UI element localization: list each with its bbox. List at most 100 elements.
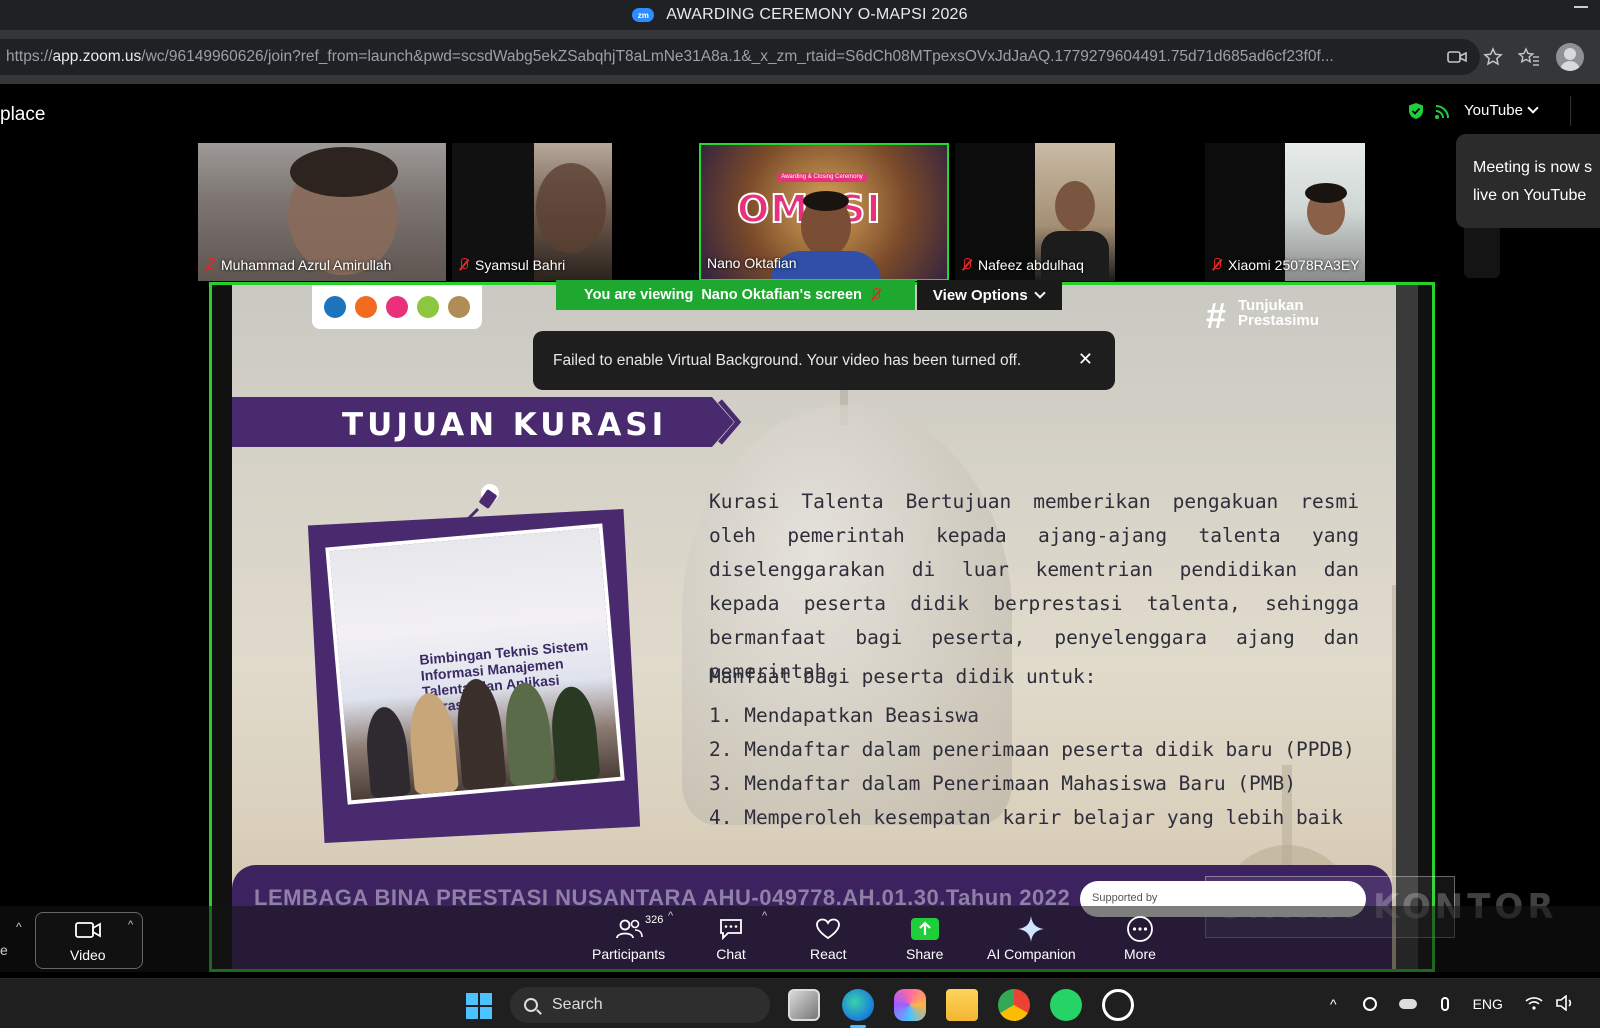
hashtag-icon: # [1206,295,1227,336]
photo-person [363,705,412,799]
slide-heading: TUJUAN KURASI [342,407,668,443]
list-item: 4. Memperoleh kesempatan karir belajar y… [709,806,1343,829]
caret-up-icon[interactable]: ^ [762,910,767,922]
event-tagline: Awarding & Closing Ceremony [777,173,867,182]
copilot-icon[interactable] [894,989,926,1021]
profile-avatar-icon[interactable] [1556,43,1584,71]
connection-signal-icon[interactable] [1434,102,1452,120]
system-tray: ^ ENG [1330,979,1575,1028]
live-toast-line: live on YouTube [1473,187,1587,204]
ai-companion-label: AI Companion [987,946,1076,962]
browser-title-bar: zm AWARDING CEREMONY O-MAPSI 2026 [0,0,1600,30]
supported-by-label: Supported by [1092,892,1158,904]
taskbar-search[interactable]: Search [510,987,770,1023]
windows-start-icon[interactable] [466,993,492,1019]
caret-up-icon[interactable]: ^ [668,910,673,922]
microphone-icon[interactable] [1440,997,1449,1011]
participants-icon [614,916,644,942]
participant-name: Nano Oktafian [707,255,797,271]
list-item: 3. Mendaftar dalam Penerimaan Mahasiswa … [709,772,1296,795]
toolbar-edge-label: e [0,942,8,958]
participant-tile[interactable]: Nafeez abdulhaq [955,143,1115,281]
participant-name: Xiaomi 25078RA3EY [1211,257,1360,273]
participant-face [1055,181,1095,231]
camera-icon[interactable] [1446,46,1468,68]
media-app-icon[interactable] [788,989,820,1021]
url-field[interactable]: https://app.zoom.us/wc/96149960626/join?… [0,39,1480,75]
participant-strip: Muhammad Azrul Amirullah Syamsul Bahri A… [0,140,1600,282]
mic-muted-icon [458,258,468,272]
pushpin-icon [464,484,499,523]
caret-up-icon[interactable]: ^ [128,919,133,931]
favorites-icon[interactable] [1518,46,1540,68]
participant-hair [290,147,398,197]
viewing-name: Nano Oktafian's screen [701,287,862,303]
react-button[interactable]: React [810,916,847,962]
live-toast-line: Meeting is now s [1473,159,1593,176]
chevron-up-icon[interactable]: ^ [1330,996,1337,1012]
view-options-button[interactable]: View Options [916,280,1062,310]
participant-name: Syamsul Bahri [458,257,565,273]
viewing-indicator: You are viewing Nano Oktafian's screen [556,280,915,310]
participant-tile[interactable]: Xiaomi 25078RA3EY [1205,143,1365,281]
live-stream-label: YouTube [1464,102,1523,119]
share-status-bar: You are viewing Nano Oktafian's screen Vi… [556,280,1062,310]
more-button[interactable]: More [1124,916,1156,962]
close-icon[interactable]: ✕ [1078,349,1093,370]
workshop-photo: Bimbingan Teknis Sistem Informasi Manaje… [325,523,625,805]
bookmark-star-icon[interactable] [1482,46,1504,68]
partner-logo-icon [447,296,470,318]
url-host: app.zoom.us [52,48,142,65]
mic-muted-icon [961,258,971,272]
video-button[interactable]: Video ^ [35,912,143,969]
ai-companion-button[interactable]: AI Companion [987,916,1076,962]
participant-tile[interactable]: Muhammad Azrul Amirullah [198,143,446,281]
view-options-label: View Options [932,286,1028,304]
toast-message: Failed to enable Virtual Background. You… [553,351,1022,369]
chat-icon [716,916,746,942]
slide-edge [1396,285,1418,969]
chrome-icon[interactable] [998,989,1030,1021]
divider [1570,96,1571,126]
participant-face [536,163,606,253]
url-path: /wc/96149960626/join?ref_from=launch&pwd… [141,48,1334,65]
more-icon [1125,916,1155,942]
minimize-icon[interactable] [1574,6,1588,8]
participant-tile[interactable]: Syamsul Bahri [452,143,612,281]
react-label: React [810,946,847,962]
encryption-shield-icon[interactable] [1408,102,1424,120]
speaker-icon[interactable] [1555,993,1575,1014]
share-button[interactable]: Share [906,916,943,962]
os-taskbar: Search ^ ENG [0,978,1600,1028]
obs-icon[interactable] [1102,989,1134,1021]
participant-name: Nafeez abdulhaq [961,257,1084,273]
wifi-icon[interactable] [1525,996,1543,1013]
zoom-logo-icon: zm [632,8,655,22]
active-speaker-tile[interactable]: Awarding & Closing Ceremony OMPSI Nano O… [699,143,949,281]
language-indicator[interactable]: ENG [1473,996,1503,1012]
cloud-icon[interactable] [1398,999,1417,1009]
chat-button[interactable]: Chat [716,916,746,962]
caret-up-icon[interactable]: ^ [16,920,22,934]
search-label: Search [552,996,603,1013]
mic-muted-icon [204,258,214,272]
partner-logo-icon [416,296,439,318]
video-label: Video [70,947,106,963]
partner-logos [312,285,482,329]
benefits-list: 1. Mendapatkan Beasiswa 2. Mendaftar dal… [709,699,1355,835]
hashtag-label: Tunjukan Prestasimu [1238,297,1319,329]
browser-toolbar-icons [1432,30,1600,84]
live-stream-dropdown[interactable]: YouTube [1464,102,1539,119]
url-prefix: https:// [6,48,53,65]
obs-tray-icon[interactable] [1362,997,1377,1011]
list-item: 1. Mendapatkan Beasiswa [709,704,980,727]
partner-logo-icon [324,296,347,318]
search-icon [524,998,538,1012]
whatsapp-icon[interactable] [1050,989,1082,1021]
file-explorer-icon[interactable] [946,989,978,1021]
benefits-title: Manfaat bagi peserta didik untuk: [709,665,1097,688]
participants-label: Participants [592,946,666,962]
edge-browser-icon[interactable] [842,989,874,1021]
window-title: AWARDING CEREMONY O-MAPSI 2026 [666,6,968,23]
sparkle-icon [1016,916,1046,942]
